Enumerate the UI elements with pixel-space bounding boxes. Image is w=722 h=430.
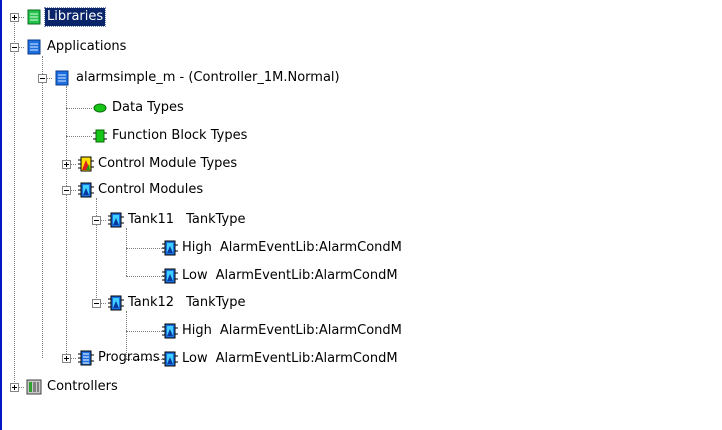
alarm-module-icon xyxy=(162,268,178,284)
tree-item-applications[interactable]: Applications xyxy=(47,38,126,56)
module-name: Tank11 xyxy=(128,212,175,227)
tree-item-tank12[interactable]: Tank12 TankType xyxy=(128,294,245,312)
tree-line xyxy=(42,56,43,358)
tree-item-function-block-types[interactable]: Function Block Types xyxy=(112,127,247,145)
module-type: AlarmEventLib:AlarmCondM xyxy=(219,240,402,255)
window-edge xyxy=(0,0,2,430)
tree-item-tank11-low[interactable]: Low AlarmEventLib:AlarmCondM xyxy=(182,267,398,285)
tree-line xyxy=(96,198,97,306)
module-name: Low xyxy=(182,268,208,283)
tree-item-controllers[interactable]: Controllers xyxy=(47,378,118,396)
collapse-tank12-toggle[interactable] xyxy=(92,299,101,308)
tree-item-tank11-high[interactable]: High AlarmEventLib:AlarmCondM xyxy=(182,239,402,257)
module-name: Tank12 xyxy=(128,295,175,310)
tree-item-application[interactable]: alarmsimple_m - (Controller_1M.Normal) xyxy=(76,69,340,87)
tree-line xyxy=(66,86,67,358)
tree-item-programs[interactable]: Programs xyxy=(98,349,160,367)
data-type-icon xyxy=(92,100,108,116)
control-module-icon xyxy=(78,182,94,198)
alarm-module-icon xyxy=(162,240,178,256)
controller-hardware-icon xyxy=(26,379,42,395)
tree-line xyxy=(126,228,127,276)
alarm-module-icon xyxy=(162,351,178,367)
expand-programs-toggle[interactable] xyxy=(62,354,71,363)
tree-line xyxy=(66,136,92,137)
tree-item-control-module-types[interactable]: Control Module Types xyxy=(98,155,237,173)
tree-item-control-modules[interactable]: Control Modules xyxy=(98,181,203,199)
tree-line xyxy=(66,108,92,109)
tree-line xyxy=(14,14,15,386)
expand-controllers-toggle[interactable] xyxy=(10,383,19,392)
tree-item-tank12-low[interactable]: Low AlarmEventLib:AlarmCondM xyxy=(182,350,398,368)
module-name: High xyxy=(182,240,212,255)
library-folder-icon xyxy=(26,9,42,25)
module-name: Low xyxy=(182,351,208,366)
expand-libraries-toggle[interactable] xyxy=(10,13,19,22)
module-type: AlarmEventLib:AlarmCondM xyxy=(215,351,398,366)
collapse-app-toggle[interactable] xyxy=(38,74,47,83)
control-module-type-icon xyxy=(78,156,94,172)
alarm-module-icon xyxy=(162,323,178,339)
tree-item-tank11[interactable]: Tank11 TankType xyxy=(128,211,245,229)
application-document-icon xyxy=(54,70,70,86)
program-icon xyxy=(78,350,94,366)
tree-item-data-types[interactable]: Data Types xyxy=(112,99,184,117)
module-type: TankType xyxy=(186,212,246,227)
collapse-applications-toggle[interactable] xyxy=(10,43,19,52)
module-type: AlarmEventLib:AlarmCondM xyxy=(215,268,398,283)
module-type: AlarmEventLib:AlarmCondM xyxy=(219,323,402,338)
tree-line xyxy=(126,248,164,249)
tree-line xyxy=(126,276,164,277)
applications-document-icon xyxy=(26,39,42,55)
function-block-icon xyxy=(92,128,108,144)
expand-control-module-types-toggle[interactable] xyxy=(62,160,71,169)
control-module-instance-icon xyxy=(108,212,124,228)
module-name: High xyxy=(182,323,212,338)
module-type: TankType xyxy=(186,295,246,310)
collapse-control-modules-toggle[interactable] xyxy=(62,186,71,195)
tree-line xyxy=(126,331,164,332)
collapse-tank11-toggle[interactable] xyxy=(92,216,101,225)
tree-item-libraries[interactable]: Libraries xyxy=(43,7,107,27)
tree-item-tank12-high[interactable]: High AlarmEventLib:AlarmCondM xyxy=(182,322,402,340)
control-module-instance-icon xyxy=(108,295,124,311)
